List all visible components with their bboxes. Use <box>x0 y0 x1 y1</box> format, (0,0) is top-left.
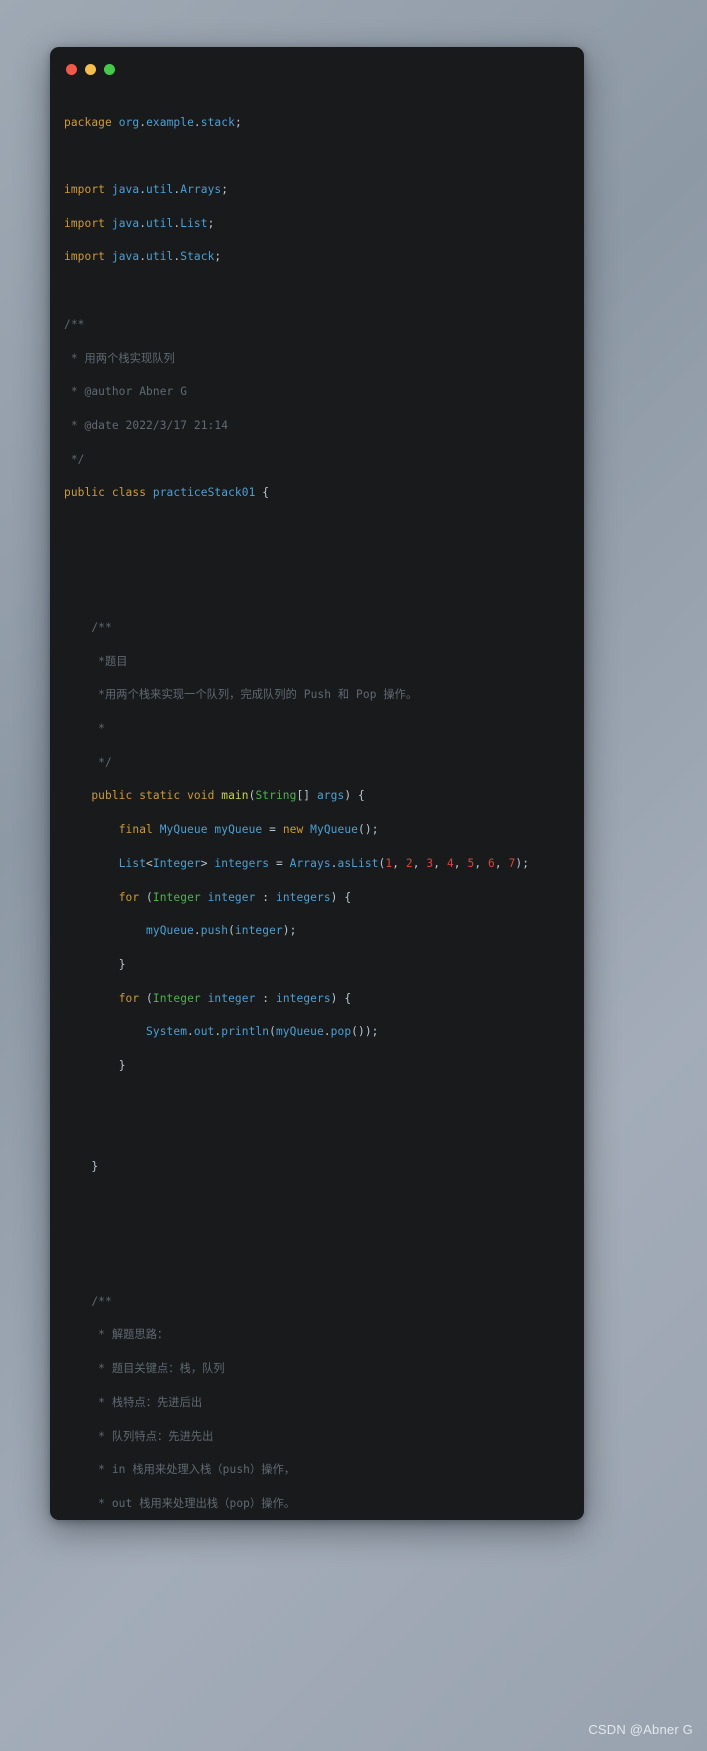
traffic-light-group <box>66 64 115 75</box>
close-button[interactable] <box>66 64 77 75</box>
code-line-main-close: } <box>91 1160 99 1173</box>
code-line-import-arrays: import java.util.Arrays; <box>64 183 229 197</box>
maindoc-close: */ <box>64 755 112 769</box>
solutiondoc-line-5: * out 栈用来处理出栈（pop）操作。 <box>64 1496 296 1510</box>
code-line-myqueue-init: final MyQueue myQueue = new MyQueue(); <box>118 823 379 837</box>
csdn-watermark: CSDN @Abner G <box>588 1722 693 1737</box>
classdoc-open: /** <box>64 317 85 331</box>
solutiondoc-line-0: * 解题思路： <box>64 1328 169 1342</box>
code-line-push-call: myQueue.push(integer); <box>146 924 297 938</box>
solutiondoc-line-3: * 队列特点：先进先出 <box>64 1429 214 1443</box>
code-line-for-push: for (Integer integer : integers) { <box>118 890 352 904</box>
maindoc-open: /** <box>64 621 112 634</box>
solutiondoc-open: /** <box>64 1294 112 1308</box>
code-content[interactable]: package org.example.stack; import java.u… <box>50 81 584 1520</box>
code-line-aslist: List<Integer> integers = Arrays.asList(1… <box>118 856 530 870</box>
code-line-import-stack: import java.util.Stack; <box>64 250 222 264</box>
maindoc-line-title: *题目 <box>64 654 128 668</box>
maindoc-line-desc: *用两个栈来实现一个队列，完成队列的 Push 和 Pop 操作。 <box>64 688 418 702</box>
code-line-package: package org.example.stack; <box>64 115 242 129</box>
code-line-import-list: import java.util.List; <box>64 216 215 230</box>
code-line-class-decl: public class practiceStack01 { <box>64 486 270 500</box>
solutiondoc-line-2: * 栈特点：先进后出 <box>64 1395 203 1409</box>
maindoc-line-empty: * <box>64 722 106 736</box>
code-line-for-pop: for (Integer integer : integers) { <box>118 991 352 1005</box>
solutiondoc-line-4: * in 栈用来处理入栈（push）操作， <box>64 1463 296 1477</box>
window-titlebar <box>50 47 584 81</box>
code-line-println: System.out.println(myQueue.pop()); <box>146 1025 379 1039</box>
classdoc-line-author: * @author Abner G <box>64 385 188 399</box>
minimize-button[interactable] <box>85 64 96 75</box>
solutiondoc-line-1: * 题目关键点：栈，队列 <box>64 1362 225 1376</box>
classdoc-close: */ <box>64 452 85 466</box>
classdoc-line-title: * 用两个栈实现队列 <box>64 351 175 365</box>
code-editor-window: package org.example.stack; import java.u… <box>50 47 584 1520</box>
maximize-button[interactable] <box>104 64 115 75</box>
code-line-brace: } <box>118 1058 126 1072</box>
code-line-brace: } <box>118 957 126 971</box>
classdoc-line-date: * @date 2022/3/17 21:14 <box>64 418 229 432</box>
code-line-main-signature: public static void main(String[] args) { <box>91 789 365 803</box>
